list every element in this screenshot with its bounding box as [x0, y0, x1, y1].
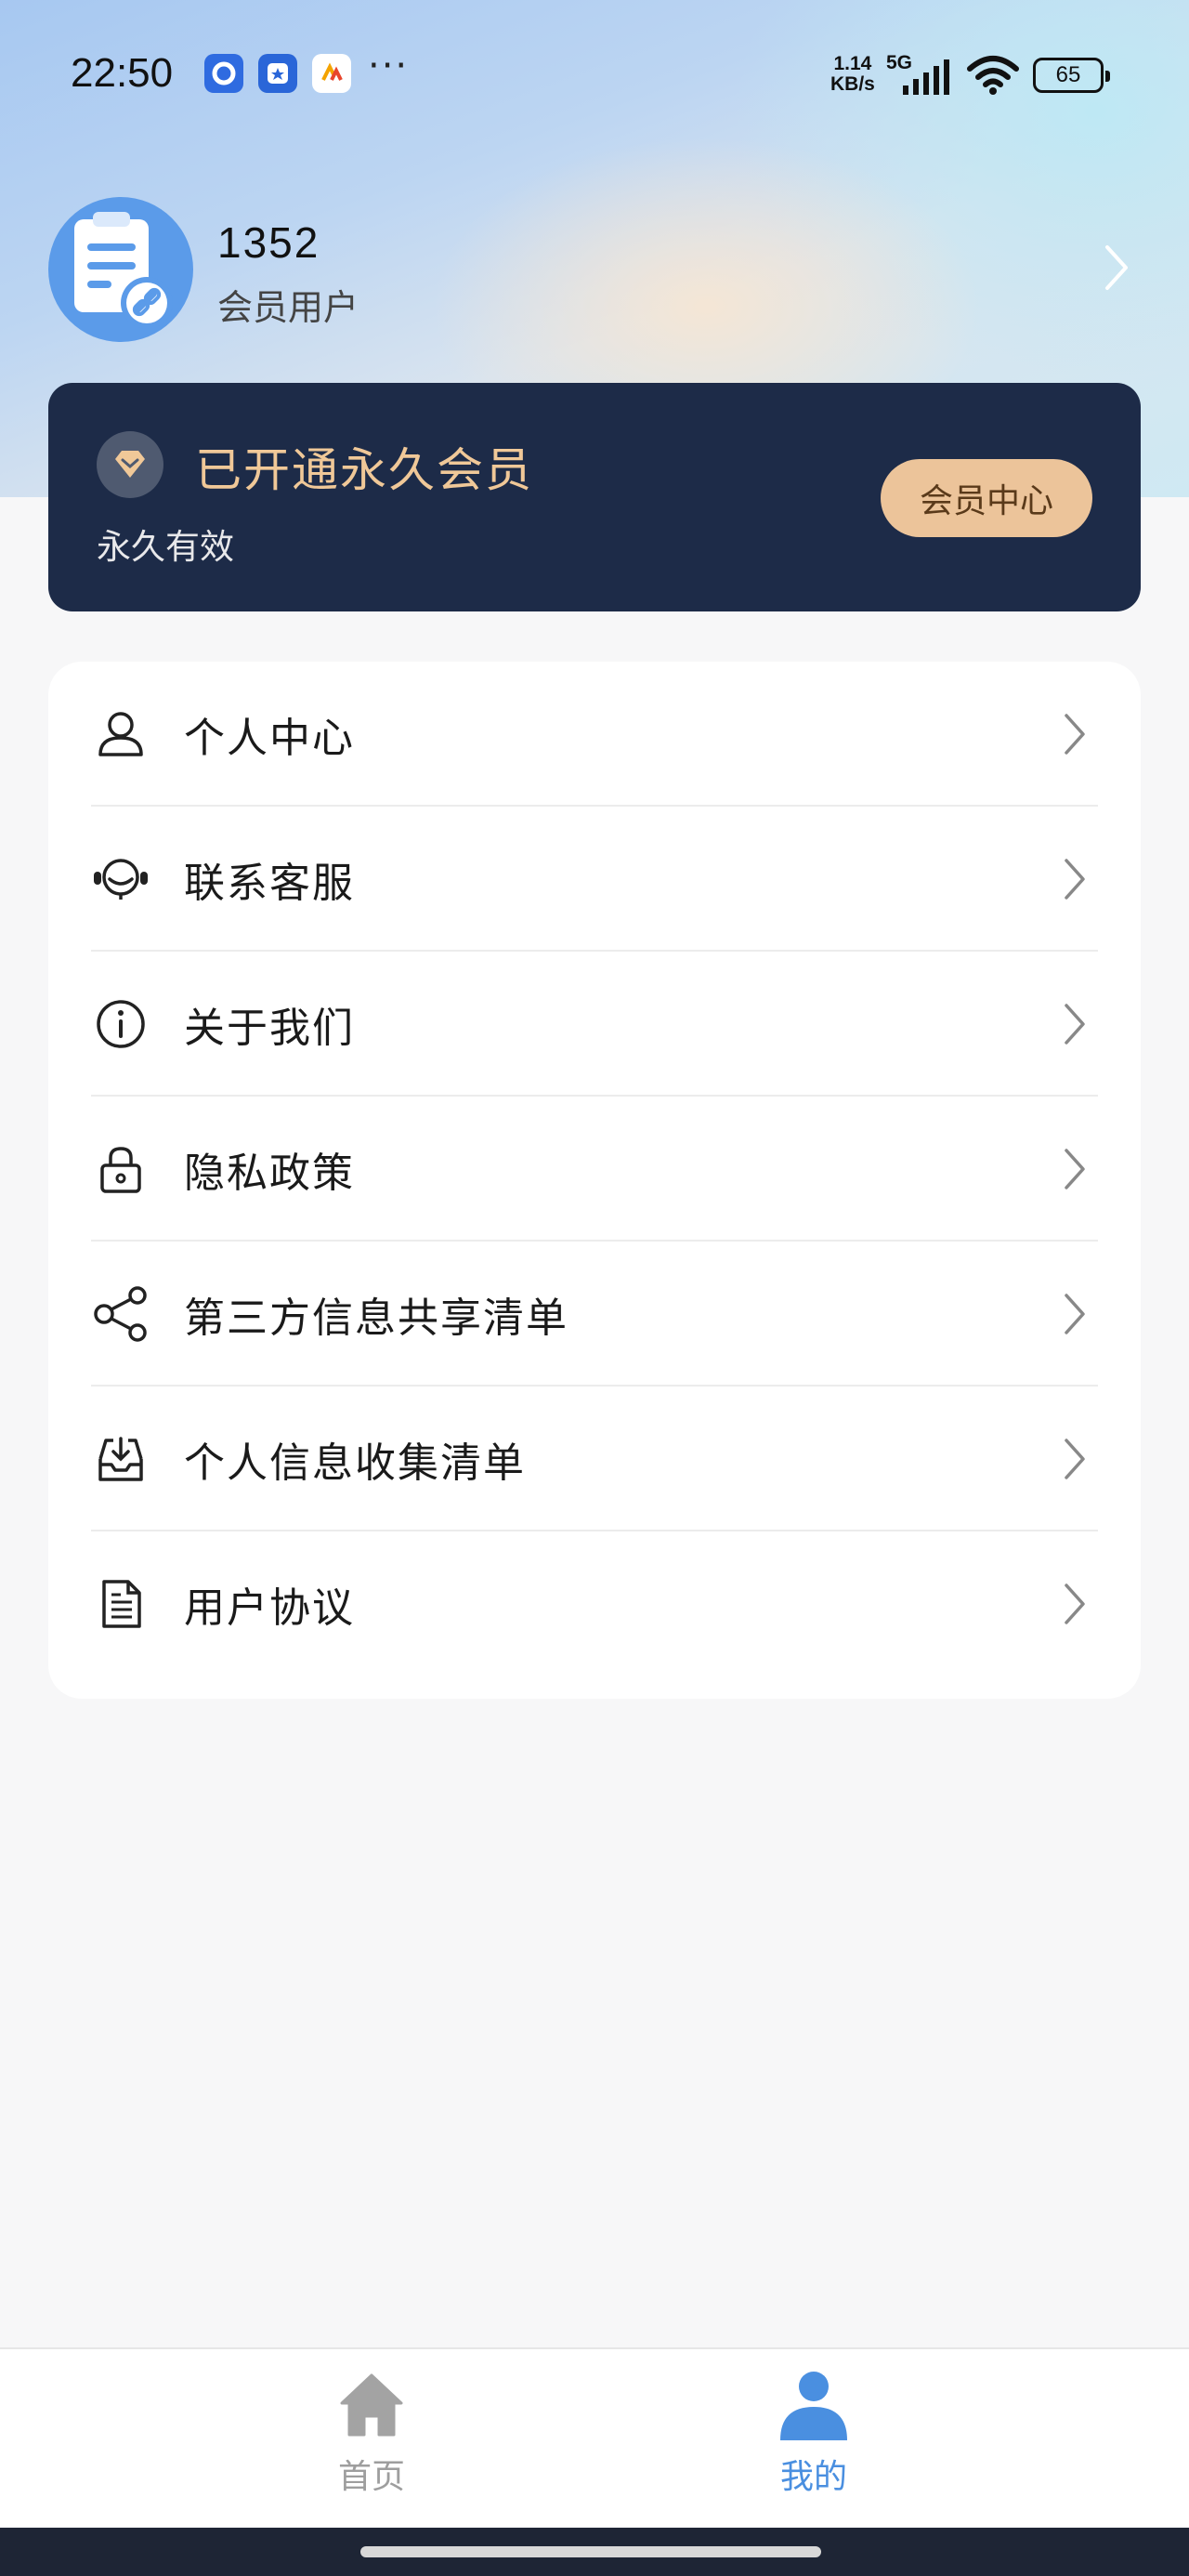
network-speed-unit: KB/s — [830, 73, 875, 95]
wifi-icon — [967, 56, 1019, 95]
status-bar: 22:50 ··· 1.14 KB/s 5G 65 — [0, 0, 1189, 149]
maps-app-icon — [312, 54, 351, 93]
menu-item-about-us[interactable]: 关于我们 — [91, 952, 1098, 1097]
vip-status-title: 已开通永久会员 — [195, 443, 533, 497]
chevron-right-icon — [1065, 1149, 1085, 1189]
signal-icon — [903, 59, 949, 95]
menu-item-personal-info-collection[interactable]: 个人信息收集清单 — [91, 1387, 1098, 1531]
status-time: 22:50 — [71, 50, 174, 96]
info-icon — [91, 994, 150, 1054]
chevron-right-icon — [1065, 714, 1085, 755]
menu-item-label: 隐私政策 — [184, 1150, 355, 1197]
person-icon — [91, 704, 150, 764]
avatar[interactable] — [48, 197, 193, 342]
chevron-right-icon — [1065, 1439, 1085, 1479]
system-navigation-bar — [0, 2528, 1189, 2576]
qq-browser-icon — [204, 54, 243, 93]
menu-item-label: 个人中心 — [184, 715, 355, 762]
chevron-right-icon — [1065, 1004, 1085, 1045]
member-center-button[interactable]: 会员中心 — [881, 459, 1092, 537]
menu-item-label: 联系客服 — [184, 860, 355, 907]
username: 1352 — [217, 218, 320, 267]
tab-home[interactable]: 首页 — [279, 2366, 464, 2515]
vip-validity: 永久有效 — [97, 527, 234, 567]
menu-item-label: 关于我们 — [184, 1005, 355, 1052]
chevron-right-icon — [1065, 1294, 1085, 1334]
bottom-navigation: 首页 我的 — [0, 2347, 1189, 2528]
member-type-label: 会员用户 — [217, 287, 359, 328]
vip-membership-card: 已开通永久会员 永久有效 会员中心 — [48, 383, 1141, 611]
tab-label: 我的 — [779, 2458, 847, 2496]
headset-icon — [91, 849, 150, 909]
tab-mine[interactable]: 我的 — [721, 2366, 907, 2515]
menu-item-personal-center[interactable]: 个人中心 — [91, 662, 1098, 807]
more-notifications: ··· — [368, 45, 410, 87]
chevron-right-icon — [1105, 245, 1128, 290]
chevron-right-icon — [1065, 859, 1085, 900]
menu-item-user-agreement[interactable]: 用户协议 — [91, 1531, 1098, 1676]
user-icon — [780, 2372, 847, 2440]
menu-item-label: 个人信息收集清单 — [184, 1439, 526, 1487]
network-speed-value: 1.14 — [833, 53, 872, 74]
battery-indicator: 65 — [1033, 58, 1110, 93]
chevron-right-icon — [1065, 1584, 1085, 1624]
battery-level: 65 — [1055, 62, 1081, 87]
inbox-download-icon — [91, 1429, 150, 1489]
tab-label: 首页 — [337, 2458, 405, 2496]
menu-item-customer-service[interactable]: 联系客服 — [91, 807, 1098, 952]
network-speed: 1.14 KB/s — [830, 54, 875, 95]
diamond-badge-icon — [97, 431, 163, 498]
menu-item-privacy-policy[interactable]: 隐私政策 — [91, 1097, 1098, 1242]
profile-header[interactable]: 1352 会员用户 — [0, 186, 1189, 353]
menu-item-label: 第三方信息共享清单 — [184, 1295, 568, 1342]
settings-menu: 个人中心 联系客服 关于我们 隐私政策 第三方信息共享清单 个人信息收集清单 用… — [48, 662, 1141, 1699]
lock-icon — [91, 1139, 150, 1199]
document-icon — [91, 1574, 150, 1634]
home-icon — [340, 2373, 403, 2437]
share-icon — [91, 1284, 150, 1344]
home-indicator[interactable] — [360, 2546, 821, 2557]
star-app-icon — [258, 54, 297, 93]
clipboard-link-icon — [74, 212, 173, 329]
menu-item-third-party-sharing[interactable]: 第三方信息共享清单 — [91, 1242, 1098, 1387]
menu-item-label: 用户协议 — [184, 1584, 355, 1632]
